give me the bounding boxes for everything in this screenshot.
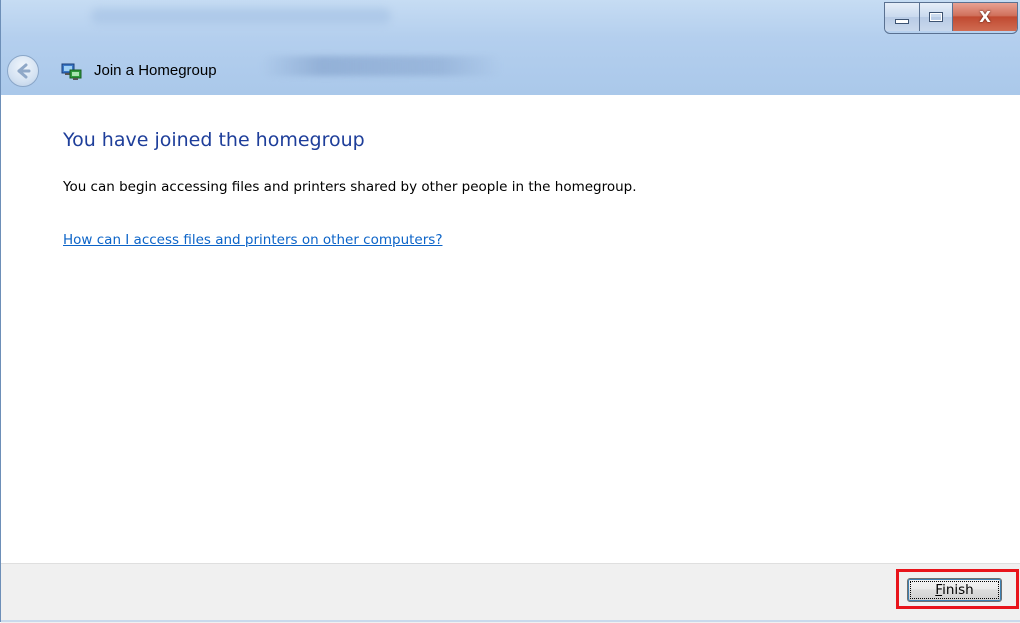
homegroup-window: X Join a Homegroup You have joined the h… [0, 0, 1020, 623]
page-heading: You have joined the homegroup [63, 129, 365, 151]
finish-label-rest: inish [942, 582, 974, 598]
help-link[interactable]: How can I access files and printers on o… [63, 232, 442, 248]
homegroup-icon [61, 63, 82, 80]
title-bar-glass-reflection [91, 8, 391, 24]
maximize-button[interactable] [920, 3, 953, 31]
title-bar: X [1, 0, 1020, 95]
minimize-icon [895, 18, 909, 24]
maximize-icon [929, 12, 943, 22]
close-icon: X [979, 8, 991, 26]
blurred-breadcrumb [261, 56, 501, 76]
back-arrow-icon [17, 63, 31, 79]
minimize-button[interactable] [885, 3, 920, 31]
footer-bar [1, 563, 1020, 623]
finish-label: Finish [935, 582, 973, 598]
close-button[interactable]: X [953, 3, 1017, 31]
description-text: You can begin accessing files and printe… [63, 179, 637, 195]
finish-button[interactable]: Finish [907, 578, 1002, 602]
window-controls: X [884, 2, 1018, 34]
main-content: You have joined the homegroup You can be… [1, 95, 1020, 565]
nav-title: Join a Homegroup [94, 62, 217, 79]
back-button[interactable] [7, 55, 39, 87]
